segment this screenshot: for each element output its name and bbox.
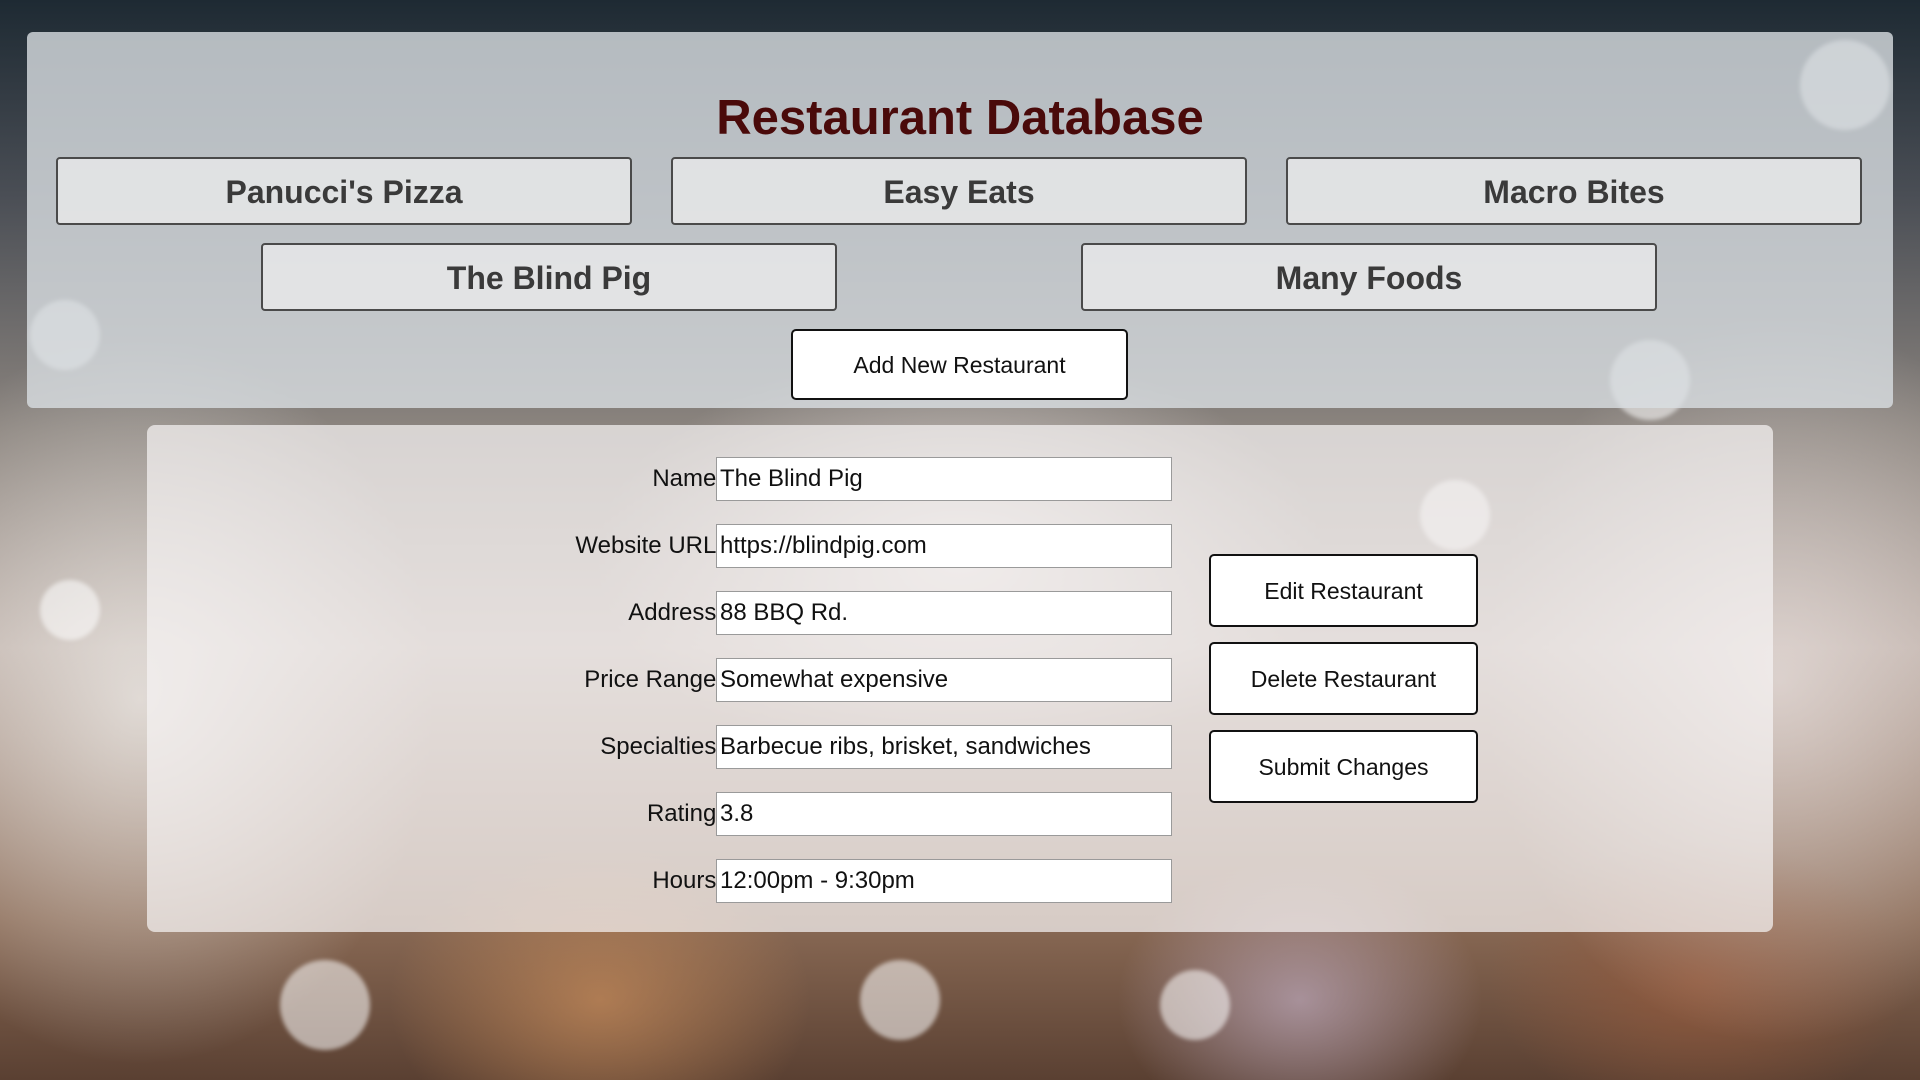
field-row-address: Address:	[147, 591, 1773, 635]
hours-input[interactable]	[716, 859, 1172, 903]
website-url-label: Website URL:	[575, 532, 723, 559]
rating-label: Rating:	[646, 800, 723, 827]
field-row-hours: Hours:	[147, 859, 1773, 903]
page-title: Restaurant Database	[716, 91, 1204, 145]
header-panel: Restaurant Database Panucci's Pizza Easy…	[27, 32, 1893, 408]
address-label: Address:	[628, 599, 723, 626]
bokeh-light	[40, 580, 100, 640]
price-range-label: Price Range:	[584, 666, 723, 693]
restaurant-button-easy-eats[interactable]: Easy Eats	[671, 157, 1247, 225]
restaurant-form: Name: Website URL: Address: Price Range:…	[147, 425, 1773, 932]
field-row-website: Website URL:	[147, 524, 1773, 568]
submit-changes-button[interactable]: Submit Changes	[1209, 730, 1478, 803]
bokeh-light	[860, 960, 940, 1040]
website-url-input[interactable]	[716, 524, 1172, 568]
bokeh-light	[1160, 970, 1230, 1040]
delete-restaurant-button[interactable]: Delete Restaurant	[1209, 642, 1478, 715]
restaurant-button-many-foods[interactable]: Many Foods	[1081, 243, 1657, 311]
edit-restaurant-button[interactable]: Edit Restaurant	[1209, 554, 1478, 627]
name-label: Name:	[652, 465, 723, 492]
specialties-label: Specialties:	[600, 733, 723, 760]
price-range-input[interactable]	[716, 658, 1172, 702]
restaurant-button-panuccis-pizza[interactable]: Panucci's Pizza	[56, 157, 632, 225]
bokeh-light	[280, 960, 370, 1050]
rating-input[interactable]	[716, 792, 1172, 836]
name-input[interactable]	[716, 457, 1172, 501]
add-new-restaurant-button[interactable]: Add New Restaurant	[791, 329, 1128, 400]
restaurant-button-macro-bites[interactable]: Macro Bites	[1286, 157, 1862, 225]
field-row-rating: Rating:	[147, 792, 1773, 836]
field-row-price-range: Price Range:	[147, 658, 1773, 702]
hours-label: Hours:	[652, 867, 723, 894]
specialties-input[interactable]	[716, 725, 1172, 769]
address-input[interactable]	[716, 591, 1172, 635]
field-row-specialties: Specialties:	[147, 725, 1773, 769]
restaurant-button-the-blind-pig[interactable]: The Blind Pig	[261, 243, 837, 311]
field-row-name: Name:	[147, 457, 1773, 501]
